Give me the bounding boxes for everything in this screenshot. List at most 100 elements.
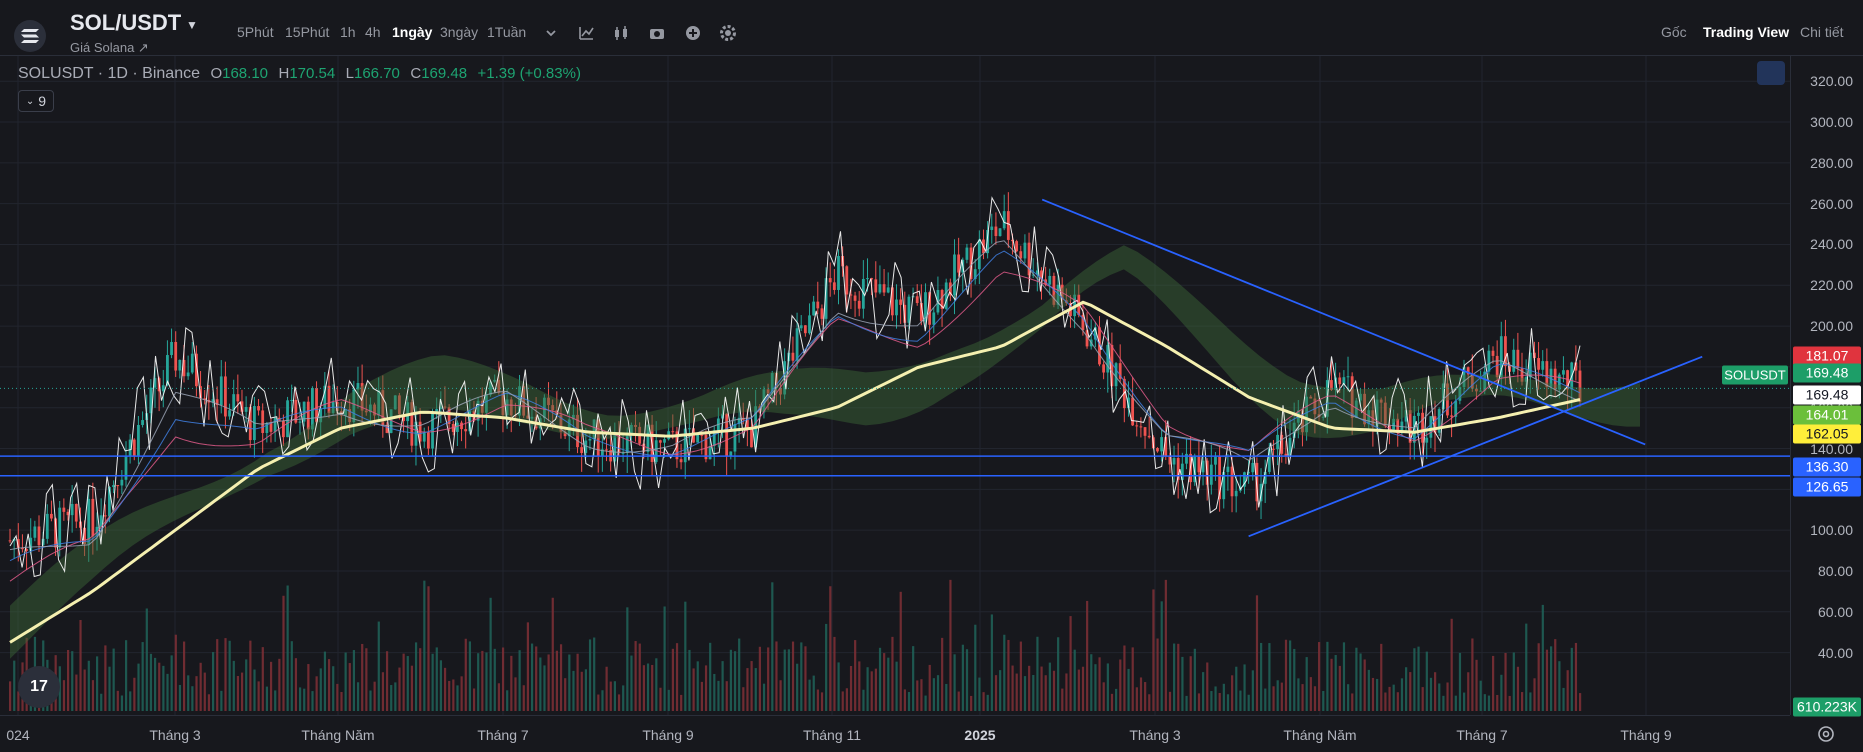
price-tick: 60.00 (1817, 603, 1853, 620)
volume-bar (1007, 639, 1010, 711)
symbol-price-tag: SOLUSDT (1722, 365, 1788, 385)
volume-bar (990, 614, 993, 711)
plus-circle-icon[interactable] (684, 24, 702, 42)
candle-body (708, 446, 712, 460)
candle-type-icon[interactable] (612, 24, 630, 42)
volume-bar (1338, 665, 1341, 711)
volume-bar (1110, 693, 1114, 711)
volume-bar (758, 646, 761, 711)
indicator-count: 9 (38, 93, 47, 109)
axis-settings-icon[interactable] (1815, 723, 1837, 745)
low-key: L (345, 65, 354, 82)
timeframe-5[interactable]: 3ngày (440, 24, 478, 40)
volume-bar (986, 694, 989, 711)
volume-bar (149, 653, 153, 711)
volume-bar (1032, 674, 1035, 711)
volume-bar (518, 650, 521, 711)
volume-bar (1131, 647, 1134, 711)
volume-bar (112, 648, 115, 711)
volume-bar (1409, 672, 1412, 711)
volume-bar (62, 680, 66, 711)
volume-bar (1579, 693, 1582, 711)
timeframe-2[interactable]: 1h (340, 24, 356, 40)
volume-bar (1512, 652, 1515, 711)
legend-title: SOLUSDT · 1D · Binance (18, 65, 200, 82)
view-link-2[interactable]: Chi tiết (1800, 24, 1844, 40)
volume-bar (1384, 692, 1387, 711)
price-axis[interactable]: 320.00 300.00 280.00 260.00 240.00 220.00 200.… (1790, 56, 1863, 717)
candle-body (1491, 350, 1495, 356)
volume-bar (1156, 638, 1159, 711)
candle-body (832, 282, 836, 290)
volume-bar (261, 647, 264, 711)
timeframe-3[interactable]: 4h (365, 24, 381, 40)
volume-bar (1193, 648, 1196, 711)
volume-bar (1371, 677, 1375, 711)
candle-body (915, 296, 919, 304)
candle-body (957, 254, 961, 273)
volume-bar (949, 579, 952, 711)
camera-icon[interactable] (648, 24, 666, 42)
volume-bar (974, 624, 977, 711)
volume-bar (866, 667, 869, 711)
candle-body (663, 439, 666, 443)
view-link-1[interactable]: Trading View (1703, 24, 1789, 40)
view-link-0[interactable]: Gốc (1661, 24, 1687, 40)
volume-bar (414, 642, 418, 711)
timeframe-4[interactable]: 1ngày (392, 24, 432, 40)
volume-bar (1015, 673, 1018, 711)
price-link[interactable]: Giá Solana ↗ (70, 40, 149, 56)
volume-bar (1545, 649, 1549, 711)
volume-bar (530, 643, 534, 711)
candle-body (45, 513, 49, 539)
price-label: 136.30 (1793, 457, 1861, 477)
price-label: 126.65 (1793, 477, 1861, 497)
volume-bar (95, 656, 99, 711)
candle-body (803, 325, 807, 334)
symbol-title[interactable]: SOL/USDT (70, 10, 181, 36)
top-toolbar: SOL/USDT ▼ Giá Solana ↗ 5Phút 15Phút 1h 4h 1… (0, 0, 1863, 56)
volume-bar (622, 685, 625, 711)
volume-bar (286, 585, 289, 711)
price-chart[interactable]: SOLUSDT · 1D · Binance O168.10 H170.54 L… (0, 56, 1790, 715)
volume-bar (1173, 643, 1176, 711)
volume-bar (1139, 677, 1143, 711)
volume-bar (717, 680, 720, 711)
volume-bar (874, 668, 877, 711)
timeframe-0[interactable]: 5Phút (237, 24, 274, 40)
volume-bar (120, 695, 124, 711)
volume-bar (1028, 665, 1031, 711)
candle-body (1006, 211, 1010, 240)
volume-bar (311, 691, 314, 711)
candle-body (1346, 376, 1350, 378)
indicators-icon[interactable] (577, 24, 595, 42)
volume-bar (1255, 595, 1259, 711)
volume-bar (187, 675, 190, 711)
candle-body (137, 424, 140, 457)
candle-body (857, 300, 861, 309)
volume-bar (1309, 677, 1312, 711)
volume-bar (1479, 680, 1482, 711)
candle-body (116, 485, 120, 487)
price-tick: 300.00 (1810, 114, 1853, 131)
volume-bar (1533, 678, 1536, 711)
candle-body (62, 507, 66, 512)
time-axis[interactable]: 024 Tháng 3 Tháng Năm Tháng 7 Tháng 9 Tháng 1… (0, 715, 1790, 752)
gear-icon[interactable] (719, 24, 737, 42)
timeframe-1[interactable]: 15Phút (285, 24, 329, 40)
symbol-dropdown-icon[interactable]: ▼ (186, 18, 198, 32)
candle-body (990, 226, 994, 230)
candle-body (455, 422, 459, 432)
volume-bar (1508, 695, 1511, 711)
indicators-toggle[interactable]: ⌄ 9 (18, 90, 54, 112)
volume-bar (663, 606, 666, 711)
volume-bar (1380, 643, 1383, 711)
volume-bar (203, 672, 206, 711)
timeframe-6[interactable]: 1Tuần (487, 24, 526, 40)
volume-bar (680, 694, 683, 711)
chevron-down-icon[interactable] (542, 24, 560, 42)
volume-bar (829, 586, 832, 711)
auto-scale-button[interactable] (1757, 61, 1785, 85)
chart-canvas[interactable] (0, 56, 1790, 715)
volume-bar (733, 651, 737, 711)
